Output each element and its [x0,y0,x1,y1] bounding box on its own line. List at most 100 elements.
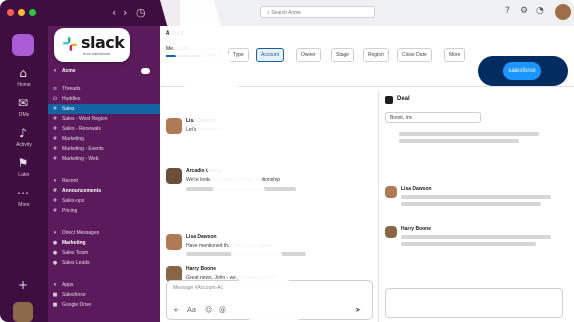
reply-author[interactable]: Harry Boone [401,226,431,232]
sidebar-item-sales[interactable]: # Sales [48,104,160,114]
channel-icon: # [52,136,58,142]
sidebar-item-label: Huddles [62,96,81,102]
filter-more[interactable]: More [444,48,466,62]
logo-subtitle: from salesforce [83,51,111,56]
sidebar-item-marketing[interactable]: # Marketing [48,134,160,144]
sidebar-app-drive[interactable]: ■ Google Drive [48,300,160,310]
workspace-switcher[interactable] [12,34,34,56]
channel-icon: # [52,126,58,132]
section-recent-header[interactable]: ▾ Recent [48,176,160,186]
history-icon[interactable]: ◷ [136,6,146,19]
filter-date[interactable]: Date [200,48,221,62]
section-dm-header[interactable]: ▾ Direct Messages [48,228,160,238]
message-line [186,187,296,191]
channel-sidebar: slack from salesforce ▾ Acme ≡ Threads ☊ Hu… [48,26,160,322]
search-input[interactable]: ⌕ Search Acme [260,6,375,18]
workspace-label: Acme [62,68,76,74]
avatar[interactable] [385,226,397,238]
reply-author[interactable]: Lisa Dawson [401,186,432,192]
add-icon[interactable]: + [173,306,179,314]
titlebar-right: ⌕ Search Acme ? ⚙ ◔ [180,0,574,27]
sidebar-item-threads[interactable]: ≡ Threads [48,84,160,94]
caret-icon: ▾ [53,282,57,288]
sidebar-item-marketing-web[interactable]: # Marketing - Web [48,154,160,164]
app-icon: ■ [52,292,58,298]
section-apps-header[interactable]: ▾ Apps [48,280,160,290]
sidebar-item-announcements[interactable]: # Announcements [48,186,160,196]
filter-region[interactable]: Region [363,48,389,62]
sidebar-dm-marketing[interactable]: ● Marketing [48,238,160,248]
workspace-name[interactable]: ▾ Acme [48,66,160,76]
message-author[interactable]: Lisa Dawson [186,234,217,240]
account-select[interactable]: Brexit, Inc [385,112,481,123]
filter-close-date[interactable]: Close Date [397,48,432,62]
sidebar-item-pricing[interactable]: # Pricing [48,206,160,216]
format-icon[interactable]: Aa [187,306,196,314]
maximize-window-button[interactable] [29,9,36,16]
avatar[interactable] [166,168,182,184]
settings-gear-icon[interactable]: ⚙ [520,6,528,16]
filter-account[interactable]: Account [256,48,285,62]
send-icon[interactable]: ➤ [355,306,361,314]
composer-placeholder: Message #Account-Ac [173,285,224,291]
avatar[interactable] [166,118,182,134]
filter-owner[interactable]: Owner [296,48,321,62]
close-window-button[interactable] [7,9,14,16]
sidebar-app-salesforce[interactable]: ■ Salesforce [48,290,160,300]
rail-label-dms: DMs [18,112,30,118]
sidebar-item-label: Sales-ops [62,198,85,204]
more-icon[interactable]: ⋯ [14,186,32,202]
sidebar-item-sales-renewals[interactable]: # Sales - Renewals [48,124,160,134]
dm-icon[interactable]: ✉ [14,96,32,112]
unread-badge [141,68,150,74]
help-icon[interactable]: ? [505,6,510,16]
add-icon[interactable]: + [14,278,32,294]
sidebar-item-sales-ops[interactable]: # Sales-ops [48,196,160,206]
later-bookmark-icon[interactable]: ⚑ [14,156,32,172]
minimize-window-button[interactable] [18,9,25,16]
message-composer[interactable]: Message #Account-Ac + Aa ☺ @ ➤ [166,280,373,320]
forward-arrow-icon[interactable]: › [123,6,127,19]
mention-icon[interactable]: @ [219,306,226,314]
channel-main: # Acc Messages Date Type Account Owner S… [160,26,574,322]
home-icon[interactable]: ⌂ [14,66,32,82]
filter-type[interactable]: Type [228,48,249,62]
sidebar-item-label: Pricing [62,208,78,214]
person-icon: ● [52,240,58,246]
rail-label-later: Later [18,172,30,178]
profile-avatar[interactable] [555,4,571,20]
sidebar-item-marketing-events[interactable]: # Marketing - Events [48,144,160,154]
sidebar-item-sales-west[interactable]: # Sales - West Region [48,114,160,124]
sidebar-item-huddles[interactable]: ☊ Huddles [48,94,160,104]
filter-stage[interactable]: Stage [331,48,355,62]
sidebar-item-label: Marketing - Web [62,156,99,162]
thread-composer[interactable] [385,288,563,318]
caret-icon: ▾ [53,230,57,236]
emoji-icon[interactable]: ☺ [205,306,212,314]
sidebar-item-label: Marketing [62,136,84,142]
message-author[interactable]: Arcadio Garcia [186,168,222,174]
sidebar-item-label: Sales Leads [62,260,90,266]
sidebar-item-label: Sales [62,106,75,112]
sidebar-item-label: Announcements [62,188,102,194]
thread-icon: ≡ [52,86,58,92]
activity-bell-icon[interactable]: ♪ [14,126,32,142]
message-author[interactable]: Harry Boone [186,266,216,272]
sidebar-item-label: Google Drive [62,302,92,308]
message-text: Let's bring the te [186,127,223,133]
notifications-icon[interactable]: ◔ [536,6,544,16]
sidebar-item-label: Salesforce [62,292,86,298]
message-author[interactable]: Lisa Dawson [186,118,217,124]
message-line [186,252,306,256]
avatar[interactable] [385,186,397,198]
avatar[interactable] [166,234,182,250]
back-arrow-icon[interactable]: ‹ [112,6,116,19]
message-text: Have mentioned that Brexit, Inc. needs [186,243,273,249]
channel-icon: # [52,156,58,162]
thread-title: Deal [397,96,410,102]
sidebar-dm-sales-leads[interactable]: ● Sales Leads [48,258,160,268]
thread-line [399,139,519,143]
channel-title[interactable]: # Acc [166,30,184,37]
sidebar-dm-sales-team[interactable]: ● Sales Team [48,248,160,258]
user-avatar[interactable] [13,302,33,322]
